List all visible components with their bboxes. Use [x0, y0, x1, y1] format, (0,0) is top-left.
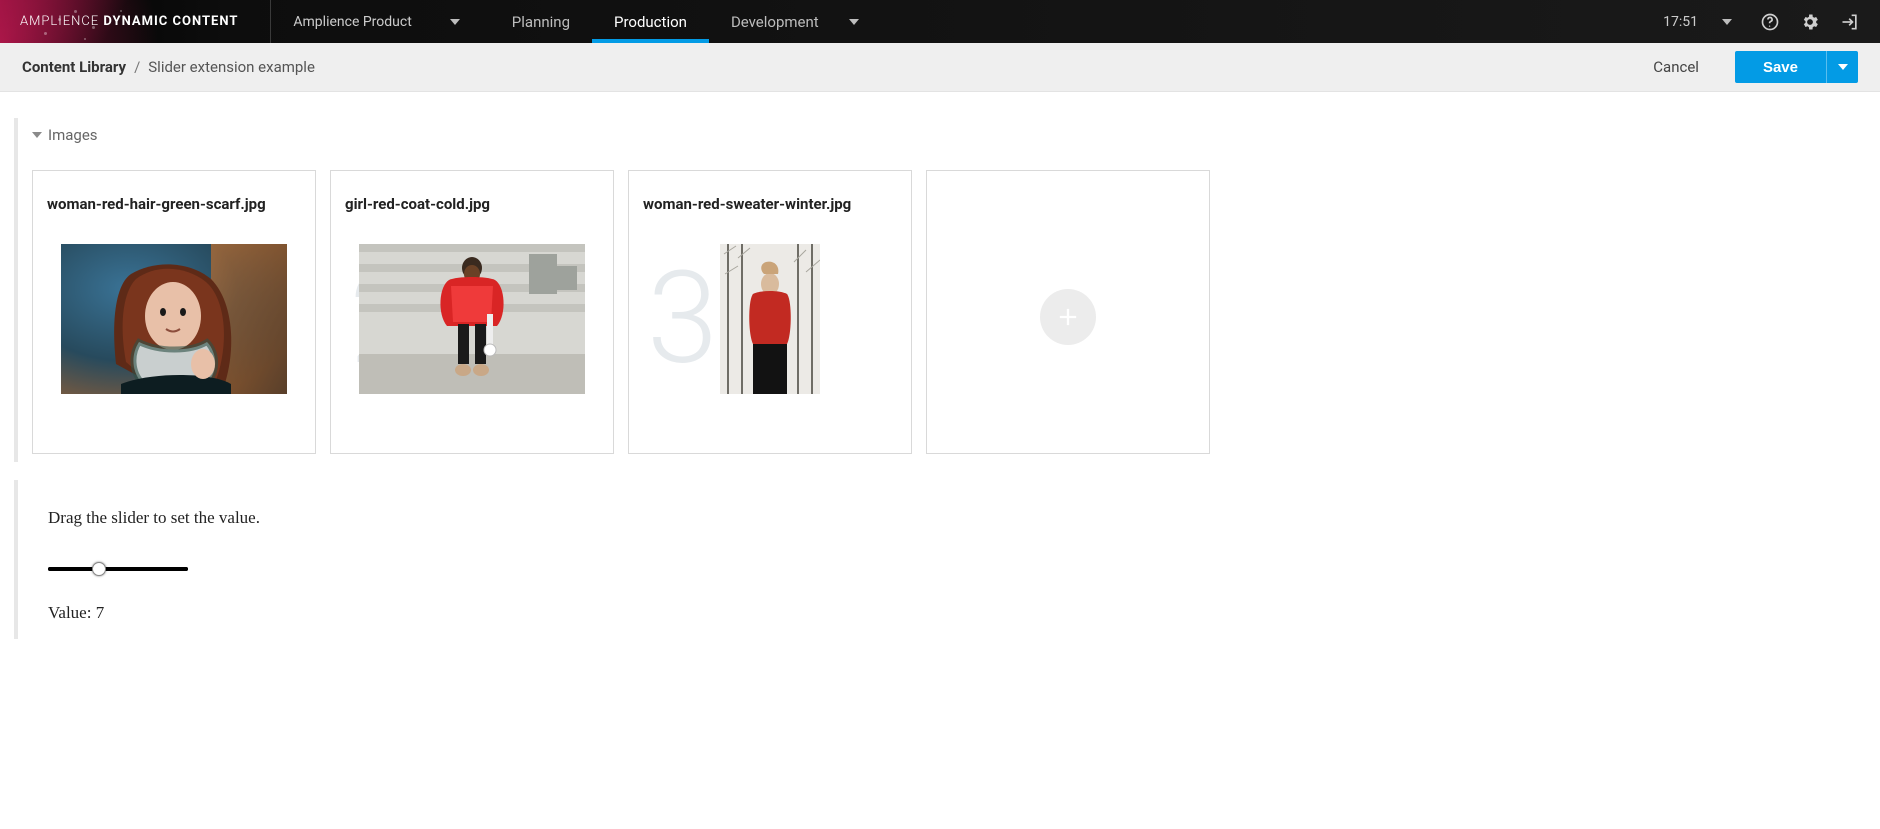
brand-label: AMPLIENCE DYNAMIC CONTENT [0, 14, 258, 29]
slider-value-prefix: Value: [48, 603, 96, 622]
value-slider[interactable] [48, 567, 188, 571]
image-cards: woman-red-hair-green-scarf.jpg 1 [32, 170, 1880, 454]
add-image-card[interactable] [926, 170, 1210, 454]
hub-selector[interactable]: Amplience Product [271, 0, 481, 43]
clock-time: 17:51 [1663, 14, 1698, 30]
nav-label: Production [614, 13, 687, 31]
chevron-down-icon [1722, 19, 1732, 25]
logout-icon[interactable] [1838, 10, 1862, 34]
image-filename: woman-red-hair-green-scarf.jpg [47, 195, 301, 213]
brand-part-light: AMPLIENCE [20, 14, 99, 29]
subbar: Content Library / Slider extension examp… [0, 43, 1880, 92]
breadcrumb-current: Slider extension example [148, 58, 315, 76]
image-thumbnail [720, 244, 820, 394]
images-panel: Images woman-red-hair-green-scarf.jpg 1 [14, 118, 1880, 462]
primary-nav: Planning Production Development [490, 0, 881, 43]
save-button[interactable]: Save [1735, 51, 1826, 83]
topbar: AMPLIENCE DYNAMIC CONTENT Amplience Prod… [0, 0, 1880, 43]
slider-instruction: Drag the slider to set the value. [48, 508, 1880, 528]
hub-label: Amplience Product [293, 14, 411, 30]
nav-label: Development [731, 13, 819, 31]
slider-value-line: Value: 7 [48, 603, 1880, 623]
image-filename: girl-red-coat-cold.jpg [345, 195, 599, 213]
chevron-down-icon [849, 19, 859, 25]
top-icons [1752, 10, 1880, 34]
slider-panel: Drag the slider to set the value. Value:… [14, 480, 1880, 639]
chevron-down-icon [32, 132, 42, 138]
editor-area: Images woman-red-hair-green-scarf.jpg 1 [0, 92, 1880, 697]
save-button-group: Save [1735, 51, 1858, 83]
breadcrumb-root[interactable]: Content Library [22, 58, 126, 76]
save-dropdown[interactable] [1826, 51, 1858, 83]
image-card[interactable]: woman-red-hair-green-scarf.jpg 1 [32, 170, 316, 454]
nav-production[interactable]: Production [592, 0, 709, 43]
plus-icon [1040, 289, 1096, 345]
image-thumbnail [61, 244, 287, 394]
image-card[interactable]: woman-red-sweater-winter.jpg 3 [628, 170, 912, 454]
images-panel-toggle[interactable]: Images [32, 126, 1880, 144]
cancel-button[interactable]: Cancel [1653, 58, 1699, 76]
nav-label: Planning [512, 13, 570, 31]
clock-selector[interactable]: 17:51 [1643, 14, 1752, 30]
breadcrumb-separator: / [134, 58, 140, 76]
chevron-down-icon [1838, 64, 1848, 70]
image-index: 3 [643, 255, 718, 383]
brand-part-bold: DYNAMIC CONTENT [103, 14, 238, 29]
nav-planning[interactable]: Planning [490, 0, 592, 43]
nav-development[interactable]: Development [709, 0, 881, 43]
gear-icon[interactable] [1798, 10, 1822, 34]
breadcrumb: Content Library / Slider extension examp… [22, 58, 315, 76]
image-thumbnail [359, 244, 585, 394]
chevron-down-icon [450, 19, 460, 25]
image-card[interactable]: girl-red-coat-cold.jpg 2 [330, 170, 614, 454]
help-icon[interactable] [1758, 10, 1782, 34]
panel-label: Images [48, 126, 98, 144]
image-filename: woman-red-sweater-winter.jpg [643, 195, 897, 213]
slider-value: 7 [96, 603, 105, 622]
